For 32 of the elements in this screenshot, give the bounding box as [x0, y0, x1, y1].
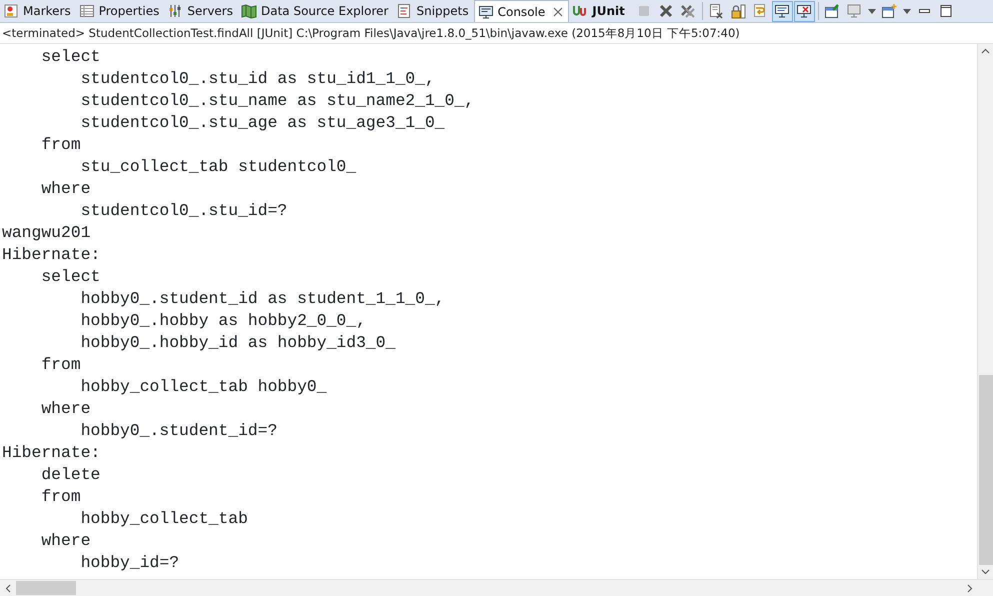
tab[interactable]: Snippets: [393, 0, 474, 22]
console-line: stu_collect_tab studentcol0_: [80, 156, 358, 178]
console-line: Hibernate:: [1, 244, 102, 266]
console-line: hobby_collect_tab: [80, 508, 249, 530]
console-line: select: [40, 266, 102, 288]
tab[interactable]: Data Source Explorer: [238, 0, 394, 22]
console-line: hobby_collect_tab hobby0_: [80, 376, 328, 398]
console-line: delete: [40, 464, 102, 486]
console-line: studentcol0_.stu_age as stu_age3_1_0_: [80, 112, 446, 134]
tab[interactable]: Console: [474, 0, 570, 22]
console-line: wangwu201: [1, 222, 92, 244]
console-title: <terminated> StudentCollectionTest.findAll [JUnit] C:\Program Files\Java\jre1.8.0_51\bin\javaw.exe (2015年8月10日 下午5:07:40): [0, 23, 993, 44]
console-line: where: [40, 398, 92, 420]
console-line: from: [40, 354, 82, 376]
console-line: studentcol0_.stu_name as stu_name2_1_0_,: [80, 90, 476, 112]
console-line: Hibernate:: [1, 442, 102, 464]
console-line: hobby_id=?: [80, 552, 180, 574]
tab[interactable]: Markers: [0, 0, 76, 22]
console-line: from: [40, 486, 82, 508]
console-line: select: [40, 46, 102, 68]
console-line: hobby0_.student_id as student_1_1_0_,: [80, 288, 446, 310]
tab[interactable]: Servers: [164, 0, 238, 22]
console-line: hobby0_.student_id=?: [80, 420, 278, 442]
console-line: studentcol0_.stu_id as stu_id1_1_0_,: [80, 68, 436, 90]
tab[interactable]: Properties: [76, 0, 164, 22]
console-line: hobby0_.hobby as hobby2_0_0_,: [80, 310, 367, 332]
console-line: studentcol0_.stu_id=?: [80, 200, 288, 222]
tab[interactable]: JUnit: [569, 0, 630, 22]
console-line: from: [40, 134, 82, 156]
console-line: hobby0_.hobby_id as hobby_id3_0_: [80, 332, 396, 354]
console-line: where: [40, 530, 92, 552]
console-line: where: [40, 178, 92, 200]
